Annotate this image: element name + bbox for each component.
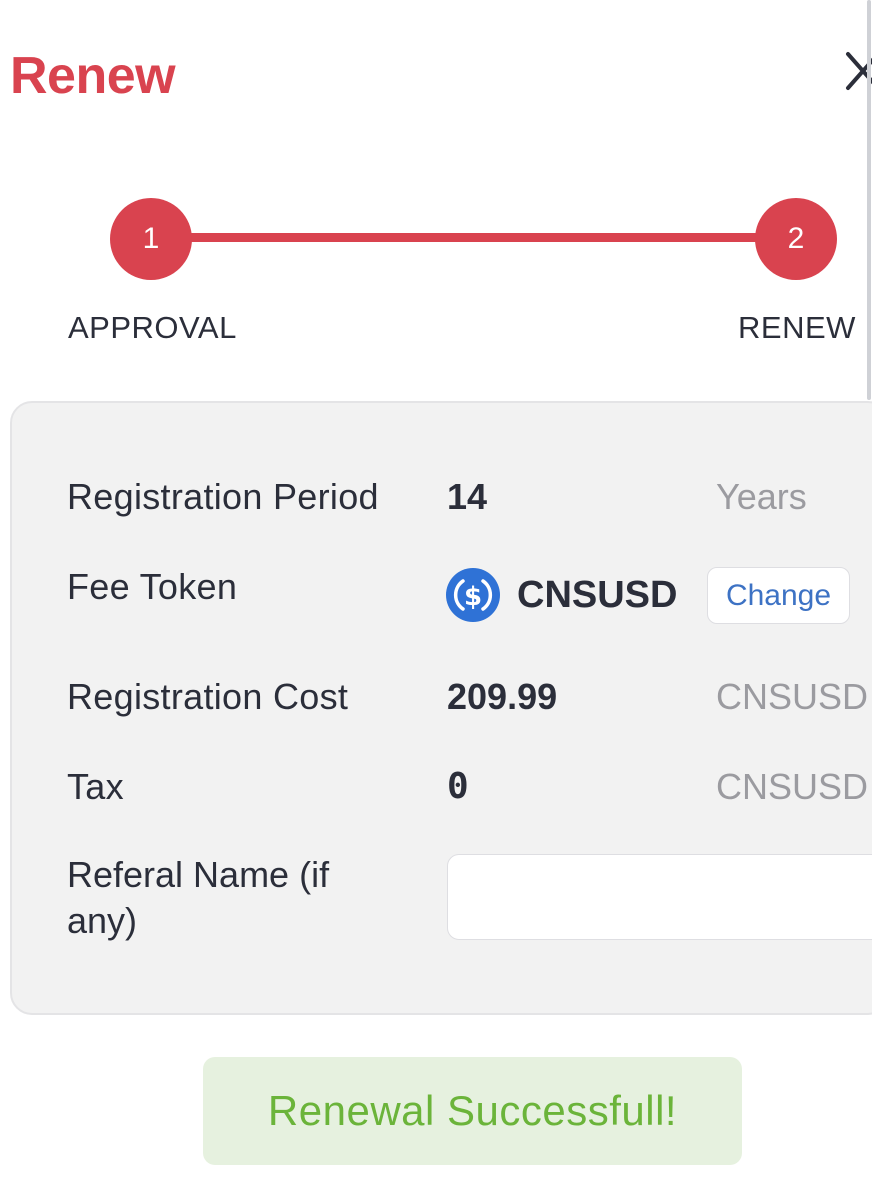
stepper-progress-line bbox=[150, 233, 796, 242]
tax-unit: CNSUSD bbox=[716, 766, 869, 807]
step-2-label: RENEW bbox=[738, 310, 856, 345]
registration-period-value: 14 bbox=[447, 476, 488, 517]
step-2-indicator: 2 bbox=[755, 198, 837, 280]
fee-token-label: Fee Token bbox=[67, 566, 238, 607]
referral-name-label: Referal Name (if any) bbox=[67, 854, 330, 941]
renewal-success-banner: Renewal Successfull! bbox=[203, 1057, 742, 1165]
change-token-button[interactable]: Change bbox=[707, 567, 850, 624]
step-1-label: APPROVAL bbox=[68, 310, 237, 345]
fee-token-name: CNSUSD bbox=[517, 574, 678, 616]
scrollbar[interactable] bbox=[867, 0, 871, 400]
step-1-indicator: 1 bbox=[110, 198, 192, 280]
referral-name-input[interactable] bbox=[447, 854, 872, 940]
registration-cost-label: Registration Cost bbox=[67, 676, 349, 717]
tax-value: 0 bbox=[447, 766, 469, 807]
svg-text:$: $ bbox=[464, 582, 482, 612]
registration-period-label: Registration Period bbox=[67, 476, 379, 517]
registration-cost-value: 209.99 bbox=[447, 676, 558, 717]
tax-label: Tax bbox=[67, 766, 124, 807]
registration-cost-unit: CNSUSD bbox=[716, 676, 869, 717]
page-title: Renew bbox=[10, 47, 176, 105]
usdc-dollar-icon: $ bbox=[446, 568, 500, 622]
registration-period-unit: Years bbox=[716, 476, 807, 517]
